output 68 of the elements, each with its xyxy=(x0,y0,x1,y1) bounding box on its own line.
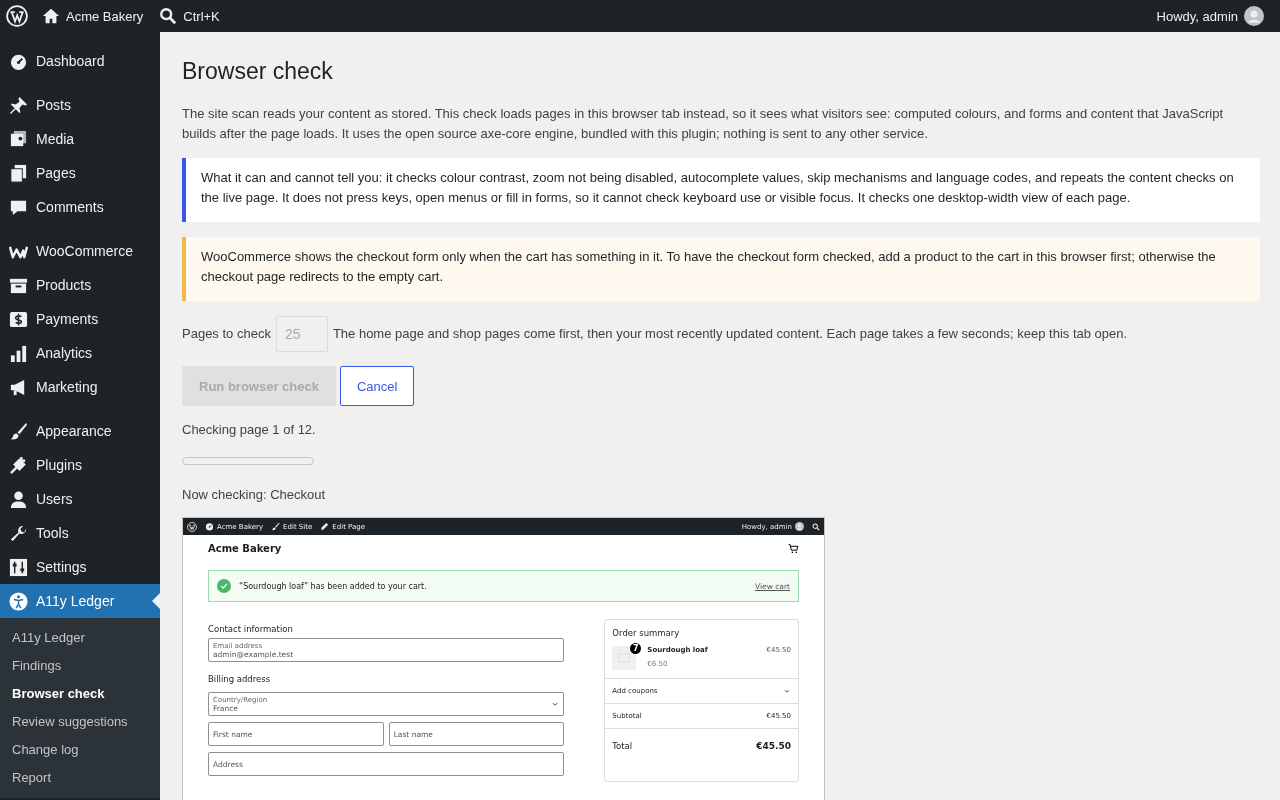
notice-text: “Sourdough loaf” has been added to your cart. xyxy=(239,581,428,591)
pencil-icon xyxy=(320,522,330,531)
warning-notice: WooCommerce shows the checkout form only when the cart has something in it. To have the checkout form checked, add a product to the cart in this browser first; otherwise the checkout page redirects to the empty cart. xyxy=(182,237,1260,301)
submenu-item[interactable]: Review suggestions xyxy=(0,708,160,736)
payment-icon xyxy=(9,309,28,329)
cart-icon[interactable] xyxy=(788,542,799,554)
section-heading: Contact information xyxy=(208,624,294,634)
settings-icon xyxy=(9,557,28,577)
sidebar-item[interactable]: Appearance xyxy=(0,414,160,448)
bar-chart-icon xyxy=(9,343,28,363)
plug-icon xyxy=(9,455,28,475)
submenu-item[interactable]: Findings xyxy=(0,652,160,680)
sidebar-item[interactable]: Users xyxy=(0,482,160,516)
quantity-badge: 7 xyxy=(630,643,642,654)
wrench-icon xyxy=(9,523,28,543)
sidebar-item[interactable]: Tools xyxy=(0,516,160,550)
sidebar-item[interactable]: Media xyxy=(0,122,160,156)
search-icon[interactable] xyxy=(812,522,820,531)
sidebar-item[interactable]: Dashboard xyxy=(0,44,160,78)
sidebar-item[interactable]: Marketing xyxy=(0,370,160,404)
accessibility-icon xyxy=(9,591,28,611)
media-icon xyxy=(9,129,28,149)
site-title[interactable]: Acme Bakery xyxy=(208,542,282,554)
brush-icon xyxy=(271,522,281,531)
submenu-item[interactable]: Report xyxy=(0,764,160,792)
section-heading: Billing address xyxy=(208,674,272,684)
submenu-item[interactable]: A11y Ledger xyxy=(0,624,160,652)
sidebar-item[interactable]: WooCommerce xyxy=(0,234,160,268)
search-icon xyxy=(159,7,178,25)
chevron-down-icon xyxy=(783,687,791,695)
info-notice: What it can and cannot tell you: it checks colour contrast, zoom not being disabled, autocomplete values, skip mechanisms and language codes, and repeats the content checks on the live page. It does not press keys, open menus or fill in forms, so it cannot check keyboard use or visible focus. It checks one desktop-width view of each page. xyxy=(182,158,1260,222)
pages-label: Pages to check xyxy=(182,325,271,343)
sidebar-item[interactable]: Payments xyxy=(0,302,160,336)
submenu-item[interactable]: Browser check xyxy=(0,680,160,708)
dashboard-icon xyxy=(205,522,214,531)
now-checking-text: Now checking: Checkout xyxy=(182,486,327,504)
sidebar-item[interactable]: Plugins xyxy=(0,448,160,482)
wordpress-logo-icon[interactable] xyxy=(6,5,28,27)
sidebar-item[interactable]: Comments xyxy=(0,190,160,224)
sidebar-item[interactable]: Posts xyxy=(0,88,160,122)
wordpress-logo-icon[interactable] xyxy=(187,521,197,532)
summary-heading: Order summary xyxy=(612,628,681,638)
submenu-item[interactable]: Change log xyxy=(0,736,160,764)
help-text: The home page and shop pages come first, then your most recently updated content. Each page takes a few seconds; keep this tab open. xyxy=(332,325,1128,343)
chevron-down-icon xyxy=(551,700,560,708)
pages-icon xyxy=(9,163,28,183)
check-circle-icon xyxy=(217,579,231,593)
total-value: €45.50 xyxy=(756,741,791,751)
brush-icon xyxy=(9,421,28,441)
intro-text: The site scan reads your content as stored. This check loads pages in this browser tab instead, so it sees what visitors see: computed colours, and forms and content that JavaScript builds after the page loads. It uses the open source axe-core engine, bundled with this plugin; nothing is sent to any other service. xyxy=(182,105,1224,143)
pin-icon xyxy=(9,95,28,115)
sidebar-item[interactable]: Analytics xyxy=(0,336,160,370)
status-text: Checking page 1 of 12. xyxy=(182,421,317,439)
image-placeholder-icon xyxy=(612,646,637,670)
cancel-button[interactable]: Cancel xyxy=(339,366,415,406)
account-menu[interactable]: Howdy, admin xyxy=(1148,0,1272,32)
sidebar-item[interactable]: Pages xyxy=(0,156,160,190)
sidebar-item[interactable]: Products xyxy=(0,268,160,302)
site-name-link[interactable]: Acme Bakery xyxy=(34,0,152,32)
page-title: Browser check xyxy=(182,57,334,86)
sidebar-item[interactable]: Settings xyxy=(0,550,160,584)
avatar-icon xyxy=(1244,6,1264,26)
total-label: Total xyxy=(612,741,633,751)
search-link[interactable]: Ctrl+K xyxy=(151,0,228,32)
user-icon xyxy=(9,489,28,509)
avatar-icon xyxy=(795,522,804,531)
sidebar-item[interactable]: A11y Ledger xyxy=(0,584,160,618)
home-icon xyxy=(42,7,60,25)
